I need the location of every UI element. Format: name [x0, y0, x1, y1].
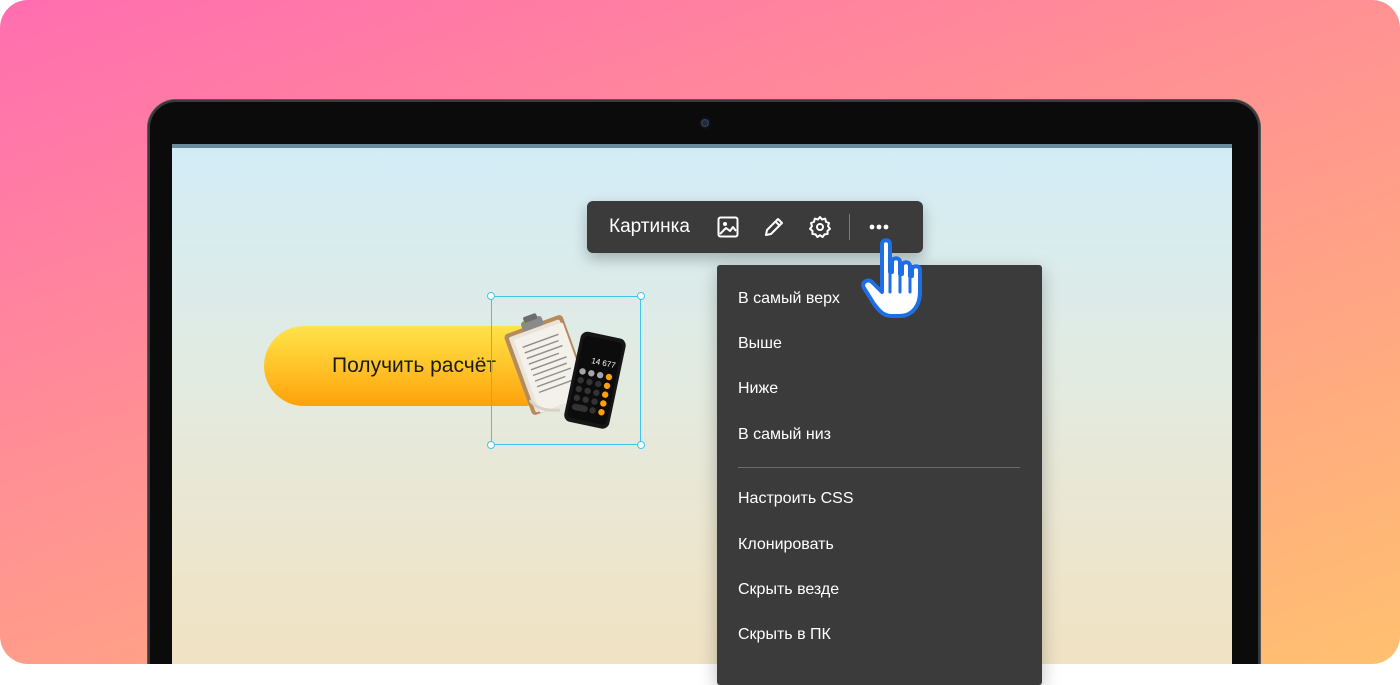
- resize-handle-bottom-left[interactable]: [487, 441, 495, 449]
- gear-icon: [809, 216, 831, 238]
- background: [0, 0, 1400, 664]
- hand-pointer-cursor-icon: [861, 238, 922, 318]
- more-options-menu: В самый верх Выше Ниже В самый низ Настр…: [717, 265, 1042, 685]
- image-icon: [717, 216, 739, 238]
- replace-image-button[interactable]: [705, 201, 751, 253]
- pencil-icon: [765, 218, 783, 236]
- image-selection-frame: [487, 292, 645, 449]
- menu-item-bring-to-front[interactable]: В самый верх: [738, 289, 840, 309]
- menu-item-hide-on-desktop[interactable]: Скрыть в ПК: [738, 625, 831, 645]
- menu-item-clone[interactable]: Клонировать: [738, 535, 834, 555]
- get-quote-label: Получить расчёт: [332, 354, 496, 377]
- menu-item-send-to-back[interactable]: В самый низ: [738, 425, 831, 445]
- menu-item-custom-css[interactable]: Настроить CSS: [738, 489, 854, 509]
- menu-item-bring-forward[interactable]: Выше: [738, 334, 782, 354]
- toolbar-divider: [849, 214, 850, 240]
- resize-handle-top-right[interactable]: [637, 292, 645, 300]
- element-type-label: Картинка: [609, 216, 690, 237]
- menu-item-send-backward[interactable]: Ниже: [738, 379, 778, 399]
- settings-button[interactable]: [797, 201, 843, 253]
- menu-item-hide-everywhere[interactable]: Скрыть везде: [738, 580, 839, 600]
- resize-handle-bottom-right[interactable]: [637, 441, 645, 449]
- resize-handle-top-left[interactable]: [487, 292, 495, 300]
- webcam: [701, 119, 709, 127]
- edit-button[interactable]: [751, 201, 797, 253]
- menu-divider: [738, 467, 1020, 468]
